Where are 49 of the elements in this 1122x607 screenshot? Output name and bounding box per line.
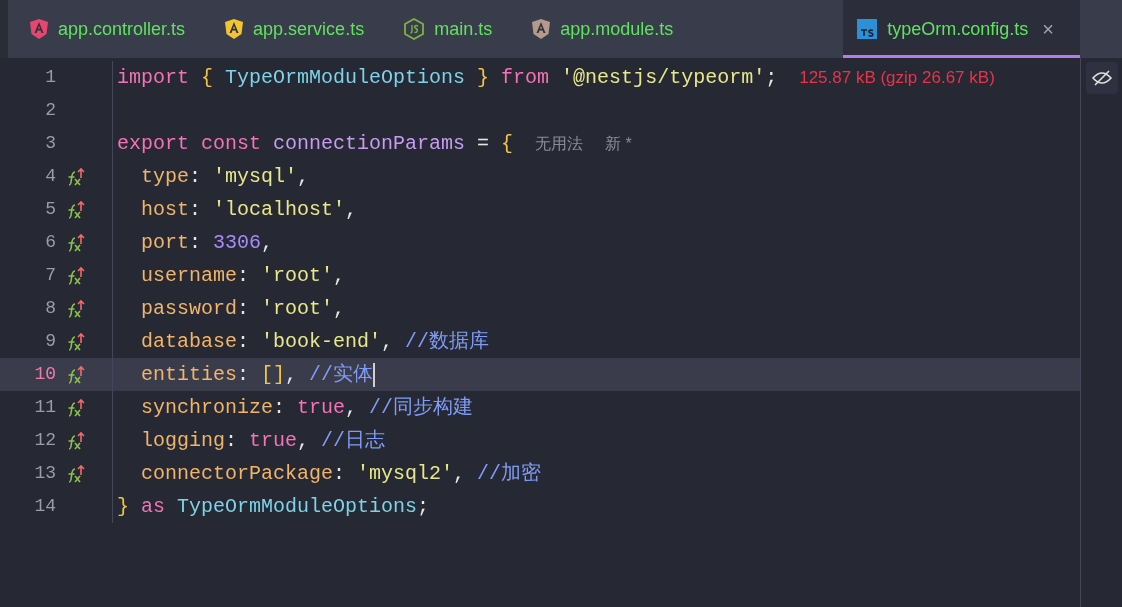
file-tab[interactable]: typeOrm.config.ts × [843, 0, 1080, 58]
function-override-icon[interactable] [66, 331, 86, 352]
text-cursor [373, 362, 376, 387]
code-line: } as TypeOrmModuleOptions; [117, 493, 430, 520]
code-line: type: 'mysql', [140, 163, 310, 190]
line-number: 14 [33, 495, 56, 518]
file-tab[interactable]: app.controller.ts [16, 0, 212, 58]
usage-hint[interactable]: 新 * [605, 131, 632, 156]
line-number: 4 [44, 165, 56, 188]
close-button[interactable]: × [1042, 19, 1054, 39]
line-number: 11 [33, 396, 56, 419]
line-number: 12 [33, 429, 56, 452]
code-line: synchronize: true, //同步构建 [140, 394, 474, 421]
file-tab[interactable]: app.module.ts [518, 0, 700, 58]
function-override-icon[interactable] [66, 199, 86, 220]
line-number: 9 [44, 330, 56, 353]
code-line: export const connectionParams = { [117, 130, 514, 157]
code-line: logging: true, //日志 [140, 427, 386, 454]
usage-hint[interactable]: 无用法 [535, 131, 584, 156]
function-override-icon[interactable] [66, 364, 86, 385]
function-override-icon[interactable] [66, 397, 86, 418]
line-number: 5 [44, 198, 56, 221]
file-tab[interactable]: main.ts [390, 0, 519, 58]
code-line: connectorPackage: 'mysql2', //加密 [140, 460, 542, 487]
eye-slash-icon [1091, 70, 1112, 86]
function-override-icon[interactable] [66, 166, 86, 187]
code-line: import { TypeOrmModuleOptions } from '@nestjs/typeorm'; [117, 64, 778, 91]
import-size-hint: 125.87 kB (gzip 26.67 kB) [799, 66, 995, 89]
line-number: 13 [33, 462, 56, 485]
line-number: 6 [44, 231, 56, 254]
line-number: 3 [44, 132, 56, 155]
code-line: port: 3306, [140, 229, 274, 256]
function-override-icon[interactable] [66, 232, 86, 253]
reader-mode-button[interactable] [1085, 62, 1118, 94]
line-number: 1 [44, 66, 56, 89]
code-line: password: 'root', [140, 295, 346, 322]
file-tab[interactable]: app.service.ts [211, 0, 391, 58]
line-number: 8 [44, 297, 56, 320]
code-line: database: 'book-end', //数据库 [140, 328, 490, 355]
code-line: entities: [], //实体 [140, 361, 374, 388]
function-override-icon[interactable] [66, 265, 86, 286]
function-override-icon[interactable] [66, 430, 86, 451]
code-line: host: 'localhost', [140, 196, 358, 223]
code-line: username: 'root', [140, 262, 346, 289]
line-number: 7 [44, 264, 56, 287]
function-override-icon[interactable] [66, 463, 86, 484]
line-number: 10 [33, 363, 56, 386]
function-override-icon[interactable] [66, 298, 86, 319]
line-number: 2 [44, 99, 56, 122]
